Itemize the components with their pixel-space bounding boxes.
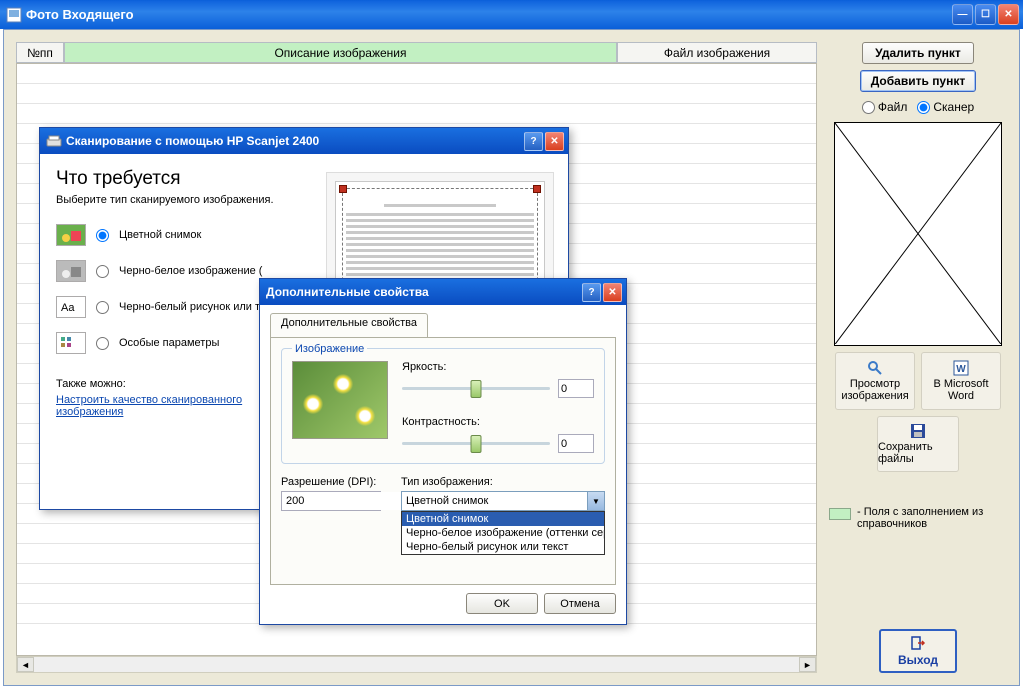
client-area: №пп Описание изображения Файл изображени…	[3, 29, 1020, 686]
brightness-slider[interactable]	[402, 387, 550, 390]
minimize-button[interactable]: —	[952, 4, 973, 25]
image-preview	[834, 122, 1002, 346]
adjust-quality-link[interactable]: Настроить качество сканированного изобра…	[56, 394, 266, 418]
props-help-button[interactable]: ?	[582, 283, 601, 302]
image-group-title: Изображение	[292, 343, 367, 355]
add-item-button[interactable]: Добавить пункт	[860, 70, 977, 92]
view-image-button[interactable]: Просмотр изображения	[835, 352, 915, 410]
custom-thumb-icon	[56, 332, 86, 354]
main-window: Фото Входящего — ☐ ✕ №пп Описание изобра…	[0, 0, 1023, 689]
props-tab[interactable]: Дополнительные свойства	[270, 313, 428, 337]
scan-help-button[interactable]: ?	[524, 132, 543, 151]
right-panel: Удалить пункт Добавить пункт Файл Сканер…	[829, 42, 1007, 673]
ok-button[interactable]: OK	[466, 593, 538, 614]
props-title: Дополнительные свойства	[266, 285, 580, 299]
image-type-combo[interactable]: Цветной снимок ▼ Цветной снимок Черно-бе…	[401, 491, 605, 511]
props-titlebar[interactable]: Дополнительные свойства ? ✕	[260, 279, 626, 305]
scanner-icon	[46, 133, 62, 149]
floppy-icon	[910, 423, 926, 439]
maximize-button[interactable]: ☐	[975, 4, 996, 25]
color-thumb-icon	[56, 224, 86, 246]
exit-icon	[910, 635, 926, 651]
col-description[interactable]: Описание изображения	[64, 42, 617, 63]
radio-file[interactable]: Файл	[862, 100, 908, 114]
dd-item-gray[interactable]: Черно-белое изображение (оттенки сер	[402, 526, 604, 540]
scan-dialog-titlebar[interactable]: Сканирование с помощью HP Scanjet 2400 ?…	[40, 128, 568, 154]
col-npp[interactable]: №пп	[16, 42, 64, 63]
contrast-label: Контрастность:	[402, 416, 594, 428]
gray-thumb-icon	[56, 260, 86, 282]
dpi-label: Разрешение (DPI):	[281, 476, 381, 488]
app-icon	[6, 7, 22, 23]
col-file[interactable]: Файл изображения	[617, 42, 817, 63]
scroll-left-button[interactable]: ◄	[17, 657, 34, 672]
horizontal-scrollbar[interactable]: ◄ ►	[16, 656, 817, 673]
cancel-button[interactable]: Отмена	[544, 593, 616, 614]
scroll-right-button[interactable]: ►	[799, 657, 816, 672]
contrast-slider[interactable]	[402, 442, 550, 445]
main-titlebar: Фото Входящего — ☐ ✕	[0, 0, 1023, 29]
exit-button[interactable]: Выход	[879, 629, 957, 673]
delete-item-button[interactable]: Удалить пункт	[862, 42, 974, 64]
image-group: Изображение Яркость:	[281, 348, 605, 464]
legend: - Поля с заполнением из справочников	[829, 506, 1007, 530]
scan-close-button[interactable]: ✕	[545, 132, 564, 151]
scan-dialog-title: Сканирование с помощью HP Scanjet 2400	[66, 134, 522, 148]
props-tab-content: Изображение Яркость:	[270, 337, 616, 585]
svg-text:Aa: Aa	[61, 302, 75, 314]
magnifier-icon	[867, 360, 883, 376]
radio-scanner[interactable]: Сканер	[917, 100, 974, 114]
dd-item-color[interactable]: Цветной снимок	[402, 512, 604, 526]
save-files-button[interactable]: Сохранить файлы	[877, 416, 959, 472]
brightness-value[interactable]	[558, 379, 594, 398]
legend-swatch	[829, 508, 851, 520]
dpi-spinner[interactable]: ▲▼	[281, 491, 381, 511]
close-button[interactable]: ✕	[998, 4, 1019, 25]
ms-word-button[interactable]: W В Microsoft Word	[921, 352, 1001, 410]
grid-header: №пп Описание изображения Файл изображени…	[16, 42, 817, 63]
bw-thumb-icon: Aa	[56, 296, 86, 318]
word-icon: W	[953, 360, 969, 376]
source-radio-group: Файл Сканер	[862, 100, 974, 114]
brightness-label: Яркость:	[402, 361, 594, 373]
combo-dropdown-button[interactable]: ▼	[587, 492, 604, 510]
image-type-dropdown: Цветной снимок Черно-белое изображение (…	[401, 511, 605, 555]
props-close-button[interactable]: ✕	[603, 283, 622, 302]
dd-item-bw[interactable]: Черно-белый рисунок или текст	[402, 540, 604, 554]
svg-text:W: W	[956, 364, 966, 375]
contrast-value[interactable]	[558, 434, 594, 453]
main-title: Фото Входящего	[26, 7, 952, 22]
sample-image	[292, 361, 388, 439]
properties-dialog: Дополнительные свойства ? ✕ Дополнительн…	[259, 278, 627, 625]
image-type-label: Тип изображения:	[401, 476, 605, 488]
